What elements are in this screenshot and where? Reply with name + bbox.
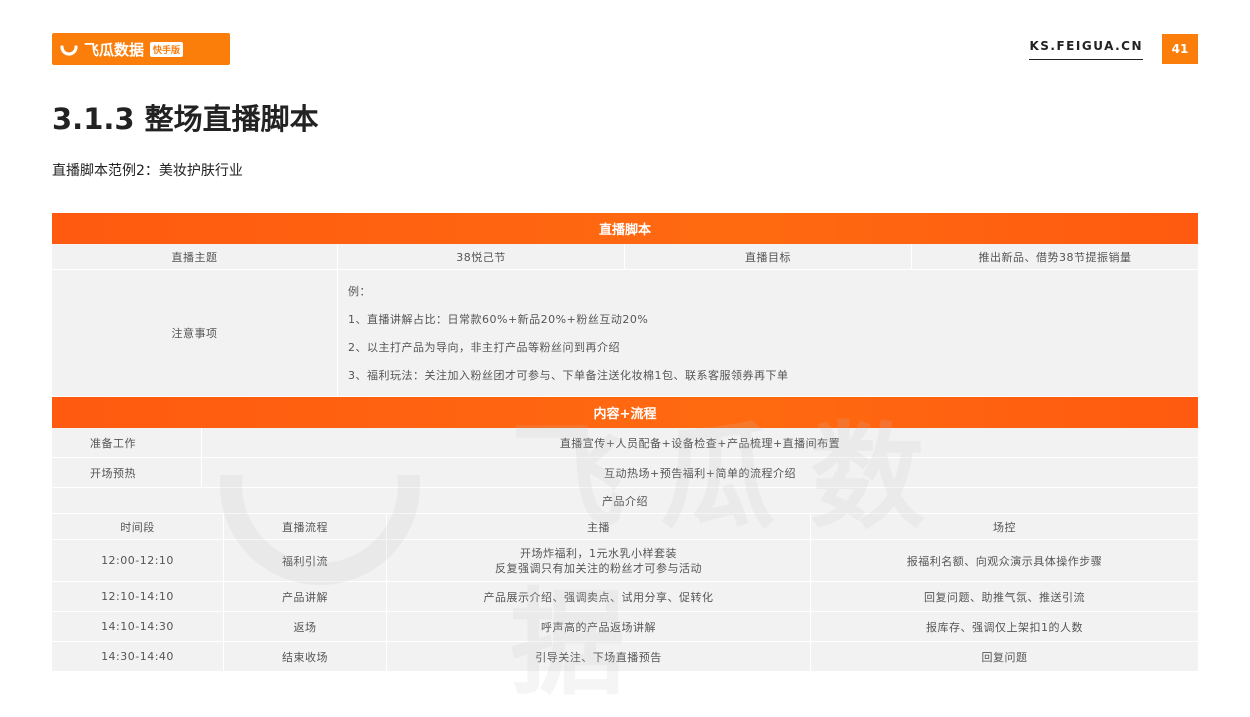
notes-content: 例： 1、直播讲解占比：日常款60%+新品20%+粉丝互动20% 2、以主打产品…	[338, 270, 1198, 397]
host-cell: 呼声高的产品返场讲解	[387, 612, 811, 642]
column-header-flow: 直播流程	[224, 514, 387, 540]
host-cell: 产品展示介绍、强调卖点、试用分享、促转化	[387, 582, 811, 612]
host-line: 开场炸福利，1元水乳小样套装	[520, 546, 677, 560]
page-subtitle: 直播脚本范例2：美妆护肤行业	[52, 163, 243, 179]
column-header-control: 场控	[811, 514, 1198, 540]
table-row: 12:00-12:10 福利引流 开场炸福利，1元水乳小样套装 反复强调只有加关…	[52, 540, 1198, 582]
notes-label: 注意事项	[52, 270, 338, 397]
page-number: 41	[1162, 34, 1198, 64]
time-cell: 14:30-14:40	[52, 642, 224, 672]
host-line: 反复强调只有加关注的粉丝才可参与活动	[495, 561, 702, 575]
time-cell: 14:10-14:30	[52, 612, 224, 642]
control-cell: 回复问题、助推气氛、推送引流	[811, 582, 1198, 612]
feigua-logo-icon	[60, 45, 78, 56]
site-url[interactable]: KS.FEIGUA.CN	[1029, 39, 1143, 60]
warmup-value: 互动热场+预告福利+简单的流程介绍	[202, 458, 1198, 488]
warmup-row: 开场预热 互动热场+预告福利+简单的流程介绍	[52, 458, 1198, 488]
table-row: 14:30-14:40 结束收场 引导关注、下场直播预告 回复问题	[52, 642, 1198, 672]
notes-line: 2、以主打产品为导向，非主打产品等粉丝问到再介绍	[348, 341, 620, 354]
prep-label: 准备工作	[52, 428, 202, 458]
column-header-row: 时间段 直播流程 主播 场控	[52, 514, 1198, 540]
brand-name: 飞瓜数据	[84, 40, 145, 59]
notes-line: 例：	[348, 285, 371, 298]
notes-line: 3、福利玩法：关注加入粉丝团才可参与、下单备注送化妆棉1包、联系客服领券再下单	[348, 369, 789, 382]
theme-row: 直播主题 38悦己节 直播目标 推出新品、借势38节提振销量	[52, 244, 1198, 270]
prep-value: 直播宣传+人员配备+设备检查+产品梳理+直播间布置	[202, 428, 1198, 458]
time-cell: 12:10-14:10	[52, 582, 224, 612]
flow-cell: 结束收场	[224, 642, 387, 672]
table-row: 12:10-14:10 产品讲解 产品展示介绍、强调卖点、试用分享、促转化 回复…	[52, 582, 1198, 612]
control-cell: 报库存、强调仅上架扣1的人数	[811, 612, 1198, 642]
theme-value: 38悦己节	[338, 244, 625, 270]
host-cell: 开场炸福利，1元水乳小样套装 反复强调只有加关注的粉丝才可参与活动	[387, 540, 811, 582]
theme-label: 直播主题	[52, 244, 338, 270]
control-cell: 报福利名额、向观众演示具体操作步骤	[811, 540, 1198, 582]
brand-logo: 飞瓜数据 快手版	[52, 33, 230, 65]
product-intro-row: 产品介绍	[52, 488, 1198, 514]
column-header-host: 主播	[387, 514, 811, 540]
page-title: 3.1.3 整场直播脚本	[52, 102, 319, 136]
product-intro-label: 产品介绍	[52, 488, 1198, 514]
section-header: 内容+流程	[52, 397, 1198, 428]
flow-cell: 福利引流	[224, 540, 387, 582]
control-cell: 回复问题	[811, 642, 1198, 672]
host-cell: 引导关注、下场直播预告	[387, 642, 811, 672]
goal-value: 推出新品、借势38节提振销量	[912, 244, 1198, 270]
notes-row: 注意事项 例： 1、直播讲解占比：日常款60%+新品20%+粉丝互动20% 2、…	[52, 270, 1198, 397]
column-header-time: 时间段	[52, 514, 224, 540]
flow-cell: 返场	[224, 612, 387, 642]
table-row: 14:10-14:30 返场 呼声高的产品返场讲解 报库存、强调仅上架扣1的人数	[52, 612, 1198, 642]
prep-row: 准备工作 直播宣传+人员配备+设备检查+产品梳理+直播间布置	[52, 428, 1198, 458]
table-title: 直播脚本	[52, 213, 1198, 244]
brand-badge: 快手版	[150, 41, 184, 57]
notes-line: 1、直播讲解占比：日常款60%+新品20%+粉丝互动20%	[348, 313, 649, 326]
warmup-label: 开场预热	[52, 458, 202, 488]
time-cell: 12:00-12:10	[52, 540, 224, 582]
goal-label: 直播目标	[625, 244, 912, 270]
live-script-table: 直播脚本 直播主题 38悦己节 直播目标 推出新品、借势38节提振销量 注意事项…	[52, 213, 1198, 672]
flow-cell: 产品讲解	[224, 582, 387, 612]
